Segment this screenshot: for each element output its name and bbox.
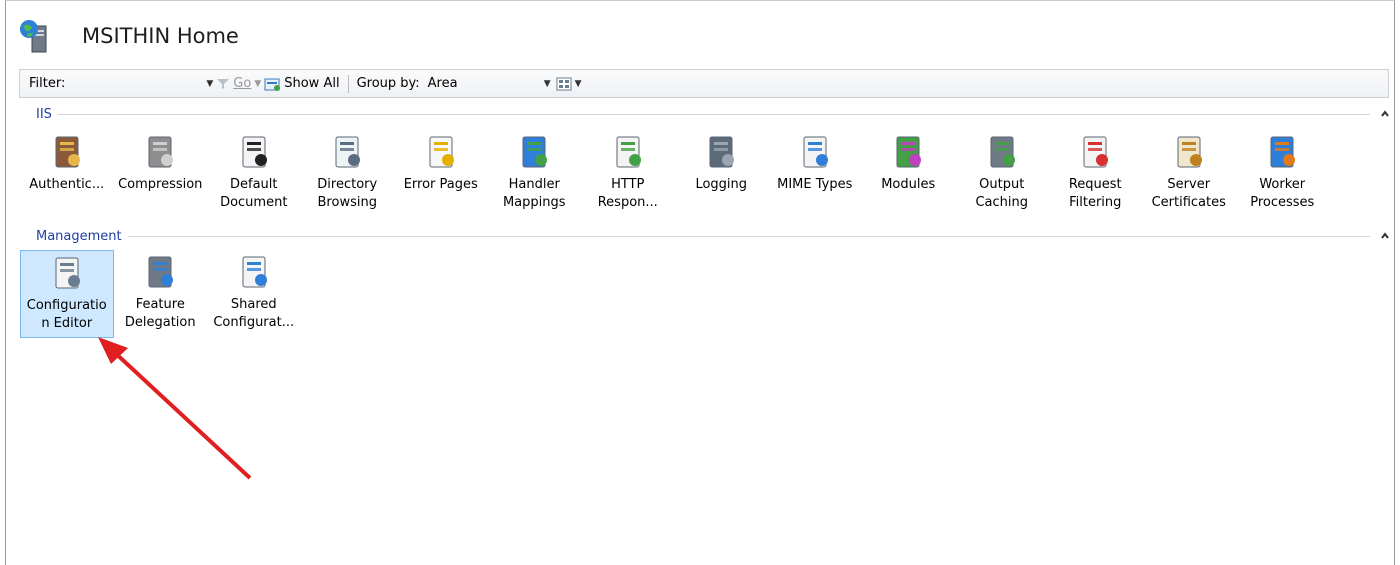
annotation-arrow [98,337,252,480]
